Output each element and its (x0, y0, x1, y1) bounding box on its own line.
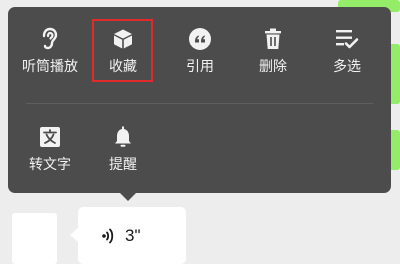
menu-item-label: 多选 (333, 59, 361, 75)
menu-item-label: 收藏 (109, 59, 137, 75)
trash-icon (259, 25, 287, 53)
received-message-row: 3" (0, 206, 400, 264)
voice-message-bubble[interactable]: 3" (78, 207, 186, 264)
menu-item-label: 听筒播放 (22, 59, 78, 75)
menu-item-label: 删除 (259, 59, 287, 75)
bubble-tail (70, 228, 78, 242)
menu-item-multi-select[interactable]: 多选 (317, 19, 377, 83)
menu-item-label: 提醒 (109, 157, 137, 173)
menu-item-favorite[interactable]: 收藏 (93, 19, 153, 83)
menu-item-earpiece-play[interactable]: 听筒播放 (20, 19, 80, 83)
menu-pointer-arrow (120, 193, 136, 201)
cube-icon (109, 25, 137, 53)
menu-divider (26, 103, 373, 104)
menu-item-convert-to-text[interactable]: 转文字 (20, 117, 80, 181)
voice-wave-icon (100, 227, 118, 245)
quote-icon (186, 25, 214, 53)
message-context-menu: 听筒播放 收藏 引用 删除 多选 转文字 提醒 (8, 7, 391, 193)
menu-item-label: 转文字 (29, 157, 71, 173)
menu-item-label: 引用 (186, 59, 214, 75)
avatar[interactable] (12, 213, 57, 264)
multi-select-icon (333, 25, 361, 53)
bell-icon (109, 123, 137, 151)
text-convert-icon (36, 123, 64, 151)
menu-item-remind[interactable]: 提醒 (93, 117, 153, 181)
voice-duration: 3" (125, 225, 141, 245)
ear-icon (36, 25, 64, 53)
menu-item-quote[interactable]: 引用 (170, 19, 230, 83)
menu-item-delete[interactable]: 删除 (243, 19, 303, 83)
